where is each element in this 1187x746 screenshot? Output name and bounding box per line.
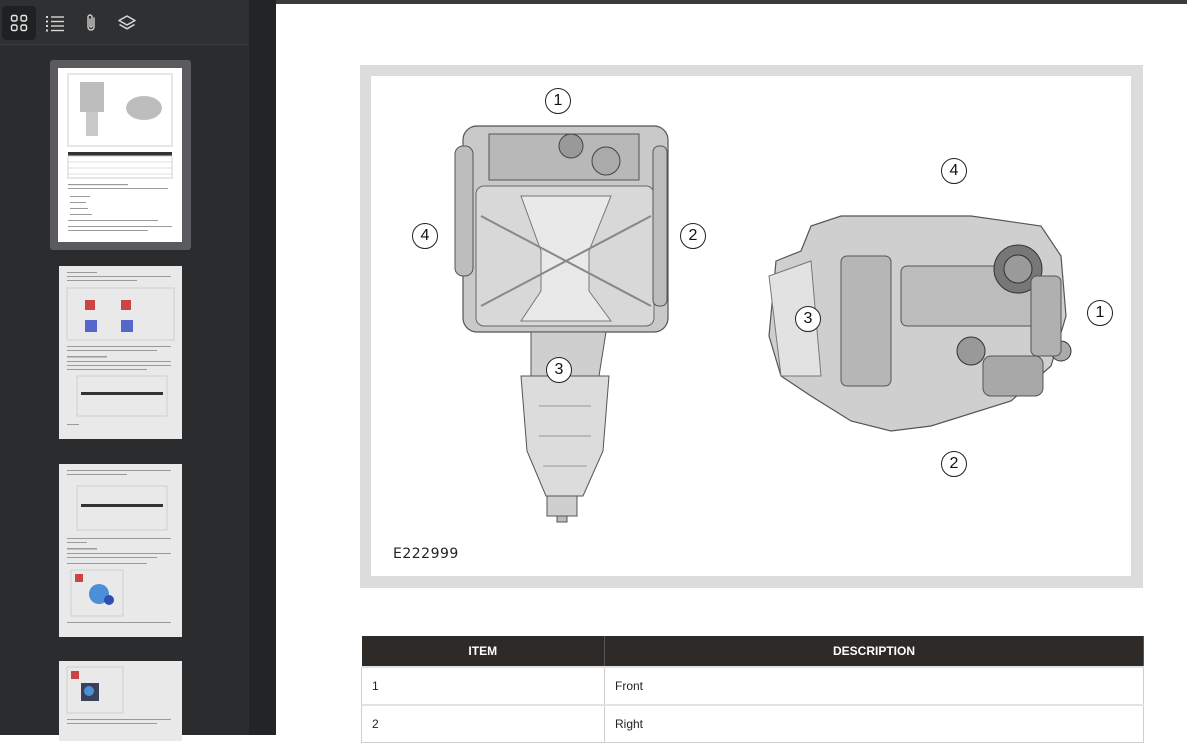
description-cell: Right (604, 704, 1144, 743)
item-cell: 2 (361, 704, 605, 743)
page-thumbnail-1[interactable] (50, 60, 191, 250)
item-description-table: ITEM DESCRIPTION 1 Front 2 Right (361, 636, 1144, 743)
page-thumbnail-3[interactable] (59, 464, 182, 637)
thumbnail-list (0, 44, 249, 741)
callout-right-1: 1 (1087, 300, 1113, 326)
figure-code-label: E222999 (393, 546, 459, 562)
attachment-paperclip-icon (87, 14, 95, 31)
callout-left-1: 1 (545, 88, 571, 114)
layers-tab[interactable] (110, 6, 144, 40)
callout-right-4: 4 (941, 158, 967, 184)
page-preview-graphic (66, 272, 175, 425)
thumbnails-tab[interactable] (2, 6, 36, 40)
thumbnail-sidebar (0, 0, 249, 741)
table-header-row: ITEM DESCRIPTION (361, 636, 1144, 667)
callout-left-2: 2 (680, 223, 706, 249)
page-thumbnail-4[interactable] (59, 661, 182, 741)
figure-frame: 1 2 3 4 4 1 3 2 E222999 (360, 65, 1143, 588)
description-cell: Front (604, 666, 1144, 706)
table-row: 1 Front (361, 666, 1144, 706)
outline-tab[interactable] (38, 6, 72, 40)
layers-icon (118, 15, 136, 30)
page-preview-graphic (67, 73, 173, 231)
item-column-header: ITEM (361, 636, 605, 667)
page-preview-graphic (66, 666, 171, 724)
callout-right-3: 3 (795, 306, 821, 332)
sidebar-toolbar (0, 0, 249, 45)
thumbnails-grid-icon (10, 14, 28, 32)
engine-illustration: 1 2 3 4 4 1 3 2 E222999 (371, 76, 1131, 576)
callout-left-3: 3 (546, 357, 572, 383)
callout-left-4: 4 (412, 223, 438, 249)
page-preview (58, 68, 182, 242)
engine-front-view (454, 125, 669, 523)
table-row: 2 Right (361, 704, 1144, 743)
description-column-header: DESCRIPTION (604, 636, 1144, 667)
callout-right-2: 2 (941, 451, 967, 477)
sidebar-resize-gutter[interactable] (249, 0, 276, 735)
page-thumbnail-2[interactable] (59, 266, 182, 439)
outline-list-icon (46, 16, 64, 32)
viewer-top-edge (276, 0, 1187, 4)
item-cell: 1 (361, 666, 605, 706)
attachments-tab[interactable] (74, 6, 108, 40)
engine-drawing (454, 125, 1072, 523)
page-preview-graphic (67, 470, 171, 623)
